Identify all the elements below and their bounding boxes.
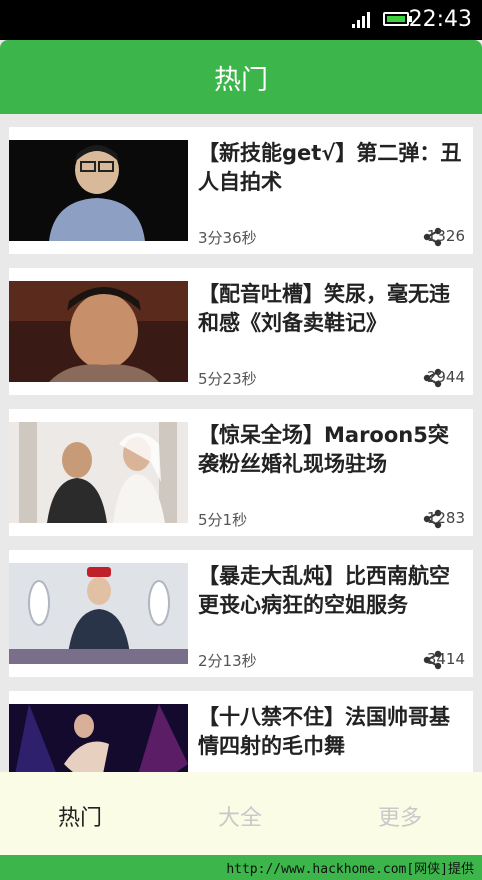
app-window: 热门 【新技能get√】第二弹：丑人自拍术 3分36秒 1326 【配音吐槽】笑… bbox=[0, 40, 482, 855]
bottom-tab-bar: 热门 大全 更多 bbox=[0, 772, 482, 855]
page-title: 热门 bbox=[214, 65, 268, 96]
share-count: 1283 bbox=[426, 509, 465, 527]
watermark-text: http://www.hackhome.com[网侠]提供 bbox=[226, 862, 474, 877]
video-card[interactable]: 【暴走大乱炖】比西南航空更丧心病狂的空姐服务 2分13秒 3414 bbox=[9, 550, 473, 677]
video-title[interactable]: 【新技能get√】第二弹：丑人自拍术 bbox=[198, 139, 468, 197]
video-title[interactable]: 【配音吐槽】笑尿，毫无违和感《刘备卖鞋记》 bbox=[198, 280, 468, 338]
watermark-bar: http://www.hackhome.com[网侠]提供 bbox=[0, 855, 482, 880]
video-list[interactable]: 【新技能get√】第二弹：丑人自拍术 3分36秒 1326 【配音吐槽】笑尿，毫… bbox=[0, 114, 482, 772]
video-duration: 5分1秒 bbox=[198, 511, 248, 529]
status-time: 22:43 bbox=[408, 7, 472, 32]
tab-more[interactable]: 更多 bbox=[378, 800, 422, 832]
app-header: 热门 bbox=[0, 40, 482, 114]
share-count: 2944 bbox=[426, 368, 465, 386]
video-card[interactable]: 【配音吐槽】笑尿，毫无违和感《刘备卖鞋记》 5分23秒 2944 bbox=[9, 268, 473, 395]
video-thumbnail[interactable] bbox=[9, 563, 188, 664]
video-card[interactable]: 【新技能get√】第二弹：丑人自拍术 3分36秒 1326 bbox=[9, 127, 473, 254]
share-count: 3414 bbox=[426, 650, 465, 668]
video-thumbnail[interactable] bbox=[9, 140, 188, 241]
share-count: 1326 bbox=[426, 227, 465, 245]
video-title[interactable]: 【暴走大乱炖】比西南航空更丧心病狂的空姐服务 bbox=[198, 562, 468, 620]
tab-hot[interactable]: 热门 bbox=[58, 800, 102, 832]
video-duration: 2分13秒 bbox=[198, 652, 257, 670]
tab-all[interactable]: 大全 bbox=[218, 800, 262, 832]
video-card[interactable]: 【十八禁不住】法国帅哥基情四射的毛巾舞 bbox=[9, 691, 473, 772]
video-thumbnail[interactable] bbox=[9, 422, 188, 523]
video-thumbnail[interactable] bbox=[9, 704, 188, 772]
status-bar: 22:43 bbox=[0, 0, 482, 40]
video-duration: 5分23秒 bbox=[198, 370, 257, 388]
video-duration: 3分36秒 bbox=[198, 229, 257, 247]
video-card[interactable]: 【惊呆全场】Maroon5突袭粉丝婚礼现场驻场 5分1秒 1283 bbox=[9, 409, 473, 536]
battery-icon bbox=[383, 12, 409, 26]
video-title[interactable]: 【十八禁不住】法国帅哥基情四射的毛巾舞 bbox=[198, 703, 468, 761]
video-title[interactable]: 【惊呆全场】Maroon5突袭粉丝婚礼现场驻场 bbox=[198, 421, 468, 479]
signal-icon bbox=[352, 12, 370, 28]
video-thumbnail[interactable] bbox=[9, 281, 188, 382]
